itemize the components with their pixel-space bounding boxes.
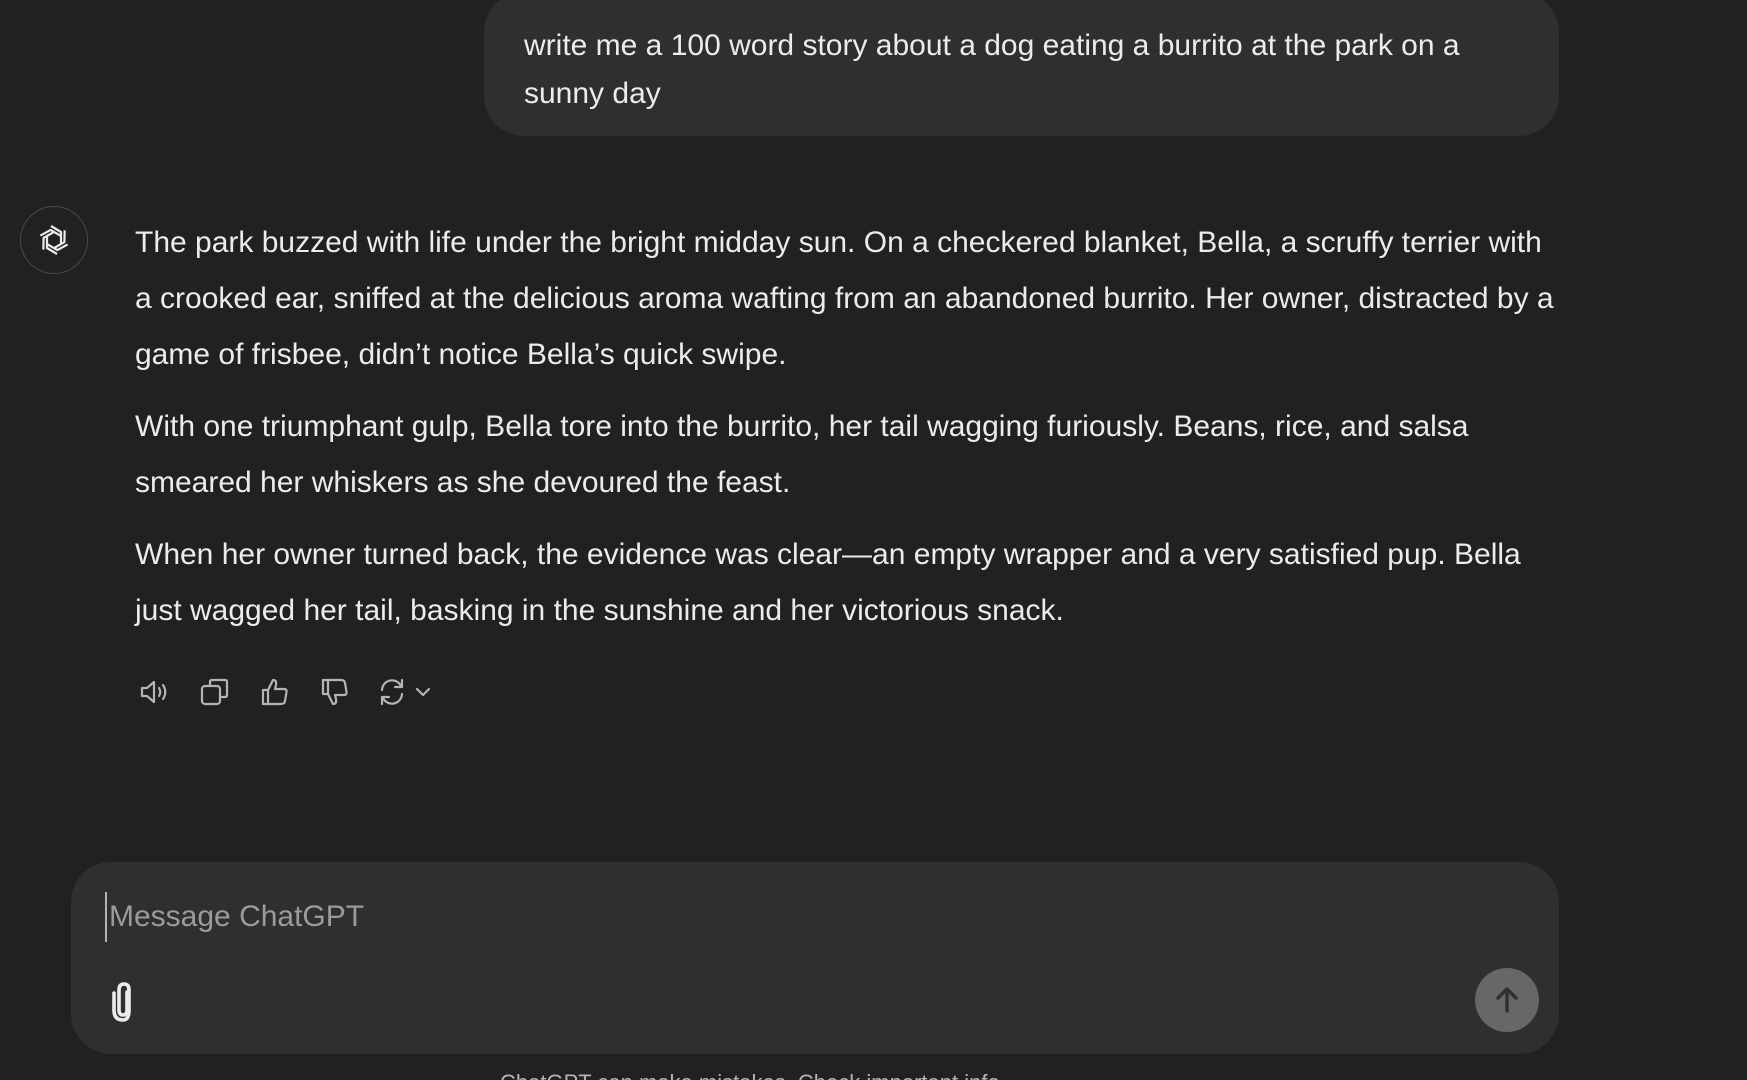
assistant-avatar xyxy=(20,206,88,274)
chat-page: write me a 100 word story about a dog ea… xyxy=(0,0,1747,1080)
assistant-message: The park buzzed with life under the brig… xyxy=(135,215,1565,655)
copy-button[interactable] xyxy=(195,672,235,712)
assistant-paragraph: With one triumphant gulp, Bella tore int… xyxy=(135,410,1469,499)
thumbs-up-icon xyxy=(261,678,288,706)
read-aloud-icon xyxy=(140,680,167,704)
thumbs-up-button[interactable] xyxy=(255,672,295,712)
message-input[interactable] xyxy=(105,892,1485,942)
disclaimer-text: ChatGPT can make mistakes. Check importa… xyxy=(500,1068,1260,1080)
openai-logo-icon xyxy=(39,225,69,255)
chevron-down-icon xyxy=(415,687,431,697)
message-composer xyxy=(71,862,1559,1054)
arrow-up-icon xyxy=(1496,987,1518,1013)
user-message-text: write me a 100 word story about a dog ea… xyxy=(524,29,1460,110)
thumbs-down-icon xyxy=(321,678,348,706)
copy-icon xyxy=(200,678,229,706)
user-message-bubble: write me a 100 word story about a dog ea… xyxy=(484,0,1559,136)
regenerate-icon xyxy=(380,678,404,706)
regenerate-button[interactable] xyxy=(375,675,433,709)
assistant-paragraph: The park buzzed with life under the brig… xyxy=(135,226,1554,371)
thumbs-down-button[interactable] xyxy=(315,672,355,712)
read-aloud-button[interactable] xyxy=(135,672,175,712)
assistant-paragraph: When her owner turned back, the evidence… xyxy=(135,538,1521,627)
message-actions xyxy=(135,672,433,712)
attach-button[interactable] xyxy=(101,974,145,1028)
send-button[interactable] xyxy=(1475,968,1539,1032)
paperclip-icon xyxy=(112,982,131,1022)
